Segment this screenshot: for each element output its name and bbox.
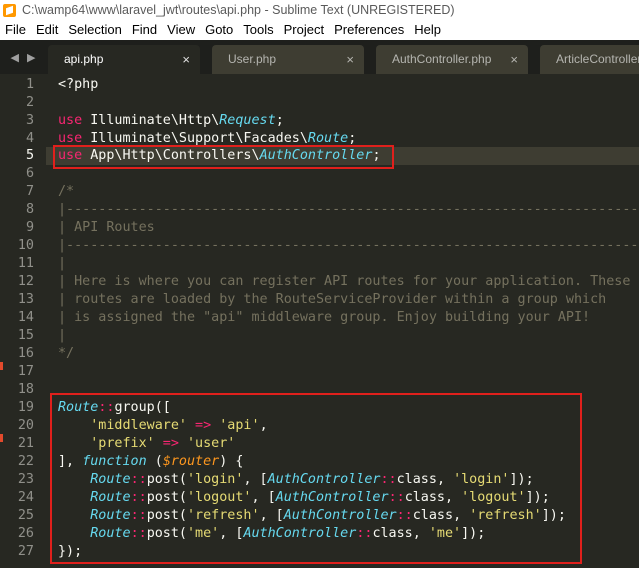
code-line-8: |---------------------------------------… xyxy=(58,202,639,217)
tab-api-php[interactable]: api.php × xyxy=(48,45,200,74)
window-title: C:\wamp64\www\laravel_jwt\routes\api.php… xyxy=(22,3,455,17)
menu-view[interactable]: View xyxy=(162,20,200,40)
line-number: 18 xyxy=(17,382,34,397)
line-number-gutter: 1 2 3 4 5 6 7 8 9 10 11 12 13 14 15 16 1… xyxy=(0,74,46,568)
tab-navigation: ◀ ▶ xyxy=(0,40,46,74)
tab-label: AuthController.php xyxy=(392,52,492,66)
line-number: 2 xyxy=(25,95,34,110)
line-number: 23 xyxy=(17,472,34,487)
line-number: 3 xyxy=(25,113,34,128)
code-line-3: use Illuminate\Http\Request; xyxy=(58,113,284,128)
line-number: 10 xyxy=(17,238,34,253)
line-number: 16 xyxy=(17,346,34,361)
tab-next-icon[interactable]: ▶ xyxy=(27,51,35,64)
line-number: 17 xyxy=(17,364,34,379)
line-number: 11 xyxy=(17,256,34,271)
line-number: 5 xyxy=(25,148,34,163)
menu-help[interactable]: Help xyxy=(409,20,446,40)
line-number: 21 xyxy=(17,436,34,451)
code-line-10: |---------------------------------------… xyxy=(58,238,639,253)
code-line-1: <?php xyxy=(58,77,99,92)
code-line-12: | Here is where you can register API rou… xyxy=(58,274,631,289)
menu-find[interactable]: Find xyxy=(127,20,162,40)
line-number: 19 xyxy=(17,400,34,415)
code-line-11: | xyxy=(58,256,67,271)
line-number: 4 xyxy=(25,131,34,146)
code-line-15: | xyxy=(58,328,67,343)
line-number: 22 xyxy=(17,454,34,469)
line-number: 8 xyxy=(25,202,34,217)
line-number: 12 xyxy=(17,274,34,289)
menu-preferences[interactable]: Preferences xyxy=(329,20,409,40)
line-number: 1 xyxy=(25,77,34,92)
line-number: 6 xyxy=(25,166,34,181)
code-line-13: | routes are loaded by the RouteServiceP… xyxy=(58,292,607,307)
menu-file[interactable]: File xyxy=(0,20,31,40)
tab-authcontroller-php[interactable]: AuthController.php × xyxy=(376,45,528,74)
menu-bar: File Edit Selection Find View Goto Tools… xyxy=(0,20,639,40)
modified-line-marker xyxy=(0,362,3,370)
menu-selection[interactable]: Selection xyxy=(63,20,126,40)
close-icon[interactable]: × xyxy=(182,45,190,74)
tab-label: ArticleController.p xyxy=(556,52,639,66)
tab-prev-icon[interactable]: ◀ xyxy=(11,51,19,64)
tab-user-php[interactable]: User.php × xyxy=(212,45,364,74)
menu-tools[interactable]: Tools xyxy=(238,20,278,40)
code-line-9: | API Routes xyxy=(58,220,155,235)
code-line-16: */ xyxy=(58,346,75,361)
code-line-7: /* xyxy=(58,184,75,199)
line-number: 26 xyxy=(17,526,34,541)
line-number: 24 xyxy=(17,490,34,505)
line-number: 7 xyxy=(25,184,34,199)
line-number: 20 xyxy=(17,418,34,433)
highlight-box-route-group xyxy=(50,393,582,564)
line-number: 13 xyxy=(17,292,34,307)
close-icon[interactable]: × xyxy=(510,45,518,74)
menu-edit[interactable]: Edit xyxy=(31,20,63,40)
line-number: 25 xyxy=(17,508,34,523)
tab-label: User.php xyxy=(228,52,277,66)
line-number: 9 xyxy=(25,220,34,235)
close-icon[interactable]: × xyxy=(346,45,354,74)
tab-label: api.php xyxy=(64,52,104,66)
menu-goto[interactable]: Goto xyxy=(200,20,238,40)
window-titlebar: C:\wamp64\www\laravel_jwt\routes\api.php… xyxy=(0,0,639,20)
tab-bar: ◀ ▶ api.php × User.php × AuthController.… xyxy=(0,40,639,74)
code-line-14: | is assigned the "api" middleware group… xyxy=(58,310,591,325)
sublime-text-icon xyxy=(3,3,16,17)
tab-articlecontroller-php[interactable]: ArticleController.p xyxy=(540,45,639,74)
line-number: 14 xyxy=(17,310,34,325)
menu-project[interactable]: Project xyxy=(279,20,329,40)
line-number: 15 xyxy=(17,328,34,343)
modified-line-marker xyxy=(0,434,3,442)
highlight-box-use-statement xyxy=(53,145,394,169)
line-number: 27 xyxy=(17,544,34,559)
